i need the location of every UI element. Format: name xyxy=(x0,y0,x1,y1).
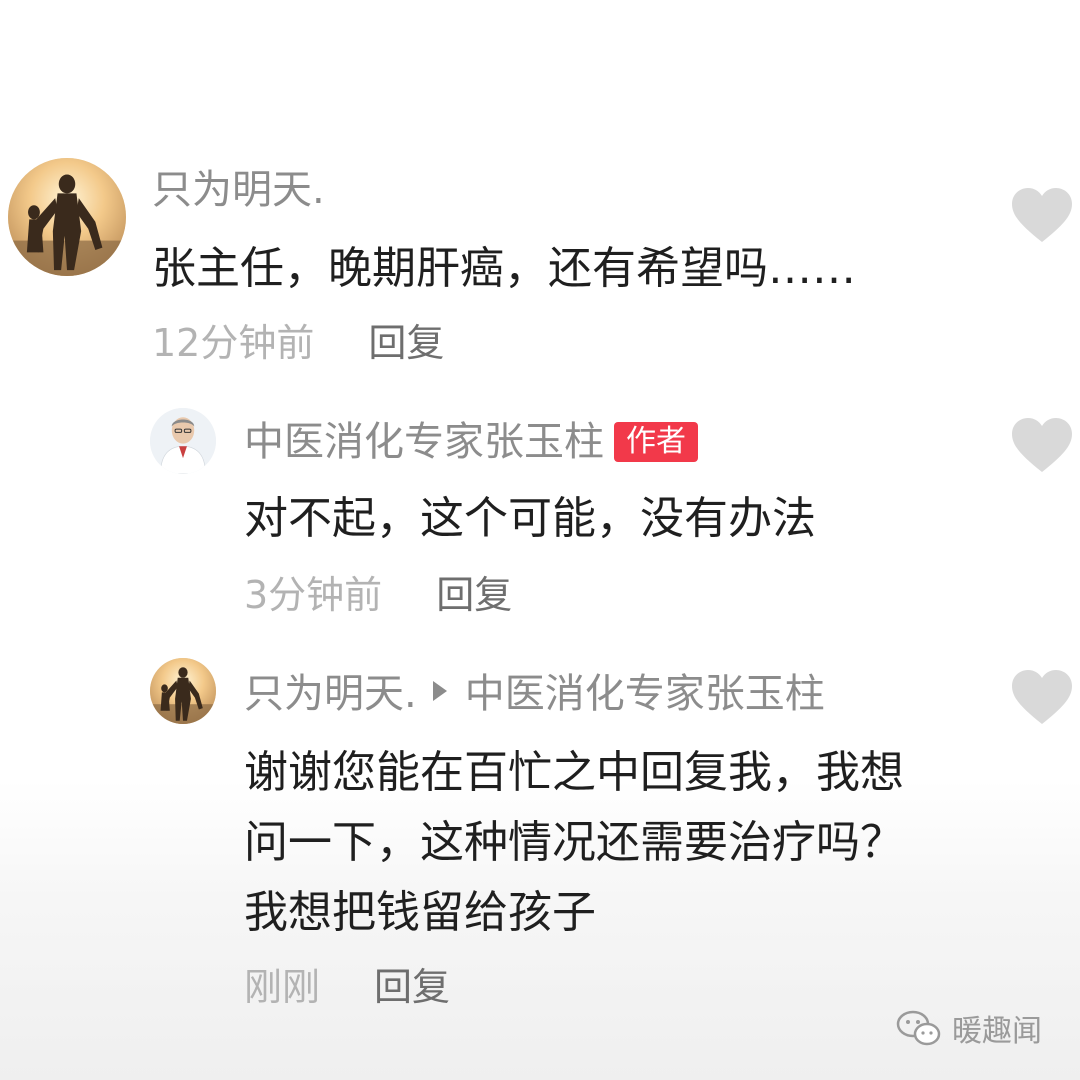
like-button[interactable] xyxy=(1010,186,1074,246)
heart-icon xyxy=(1012,670,1072,724)
user-avatar[interactable] xyxy=(8,158,126,276)
comment-username[interactable]: 中医消化专家张玉柱 作者 xyxy=(244,422,698,462)
comment-meta: 12分钟前 回复 xyxy=(152,324,444,362)
user-avatar[interactable] xyxy=(150,658,216,724)
author-avatar[interactable] xyxy=(150,408,216,474)
silhouette-sunset-avatar-icon xyxy=(8,158,126,276)
comment-time: 3分钟前 xyxy=(244,573,383,617)
like-button[interactable] xyxy=(1010,416,1074,476)
comment-time: 12分钟前 xyxy=(152,321,315,365)
reply-button[interactable]: 回复 xyxy=(368,321,444,365)
like-button[interactable] xyxy=(1010,668,1074,728)
comment-text-line: 我想把钱留给孩子 xyxy=(244,887,596,938)
comment-text-line: 问一下，这种情况还需要治疗吗？ xyxy=(244,817,904,868)
heart-icon xyxy=(1012,418,1072,472)
comment-page: 只为明天. 张主任，晚期肝癌，还有希望吗…… 12分钟前 回复 中医消化专家张玉… xyxy=(0,0,1080,1080)
comment-time: 刚刚 xyxy=(244,965,321,1009)
comment-username: 只为明天. 中医消化专家张玉柱 xyxy=(244,674,825,714)
author-badge: 作者 xyxy=(614,422,698,462)
heart-icon xyxy=(1012,188,1072,242)
reply-button[interactable]: 回复 xyxy=(374,965,450,1009)
comment-text-line: 对不起，这个可能，没有办法 xyxy=(244,493,816,544)
reply-target-name[interactable]: 中医消化专家张玉柱 xyxy=(465,671,825,717)
reply-author-name[interactable]: 只为明天. xyxy=(244,671,417,717)
comment-text: 对不起，这个可能，没有办法 xyxy=(244,486,816,552)
watermark: 暖趣闻 xyxy=(896,1006,1042,1050)
author-name[interactable]: 中医消化专家张玉柱 xyxy=(244,419,604,465)
comment-text-line: 张主任，晚期肝癌，还有希望吗…… xyxy=(152,243,856,294)
comment-text-line: 谢谢您能在百忙之中回复我，我想 xyxy=(244,747,904,798)
comment-meta: 3分钟前 回复 xyxy=(244,576,512,614)
comment-text: 张主任，晚期肝癌，还有希望吗…… xyxy=(152,236,856,302)
comment-meta: 刚刚 回复 xyxy=(244,968,450,1006)
comment-text: 谢谢您能在百忙之中回复我，我想 问一下，这种情况还需要治疗吗？ 我想把钱留给孩子 xyxy=(244,740,904,946)
wechat-icon xyxy=(896,1010,941,1046)
reply-arrow-icon xyxy=(432,681,447,701)
comment-username[interactable]: 只为明天. xyxy=(152,170,325,210)
doctor-avatar-icon xyxy=(150,408,216,474)
watermark-text: 暖趣闻 xyxy=(952,1014,1042,1049)
reply-button[interactable]: 回复 xyxy=(436,573,512,617)
silhouette-sunset-avatar-icon xyxy=(150,658,216,724)
